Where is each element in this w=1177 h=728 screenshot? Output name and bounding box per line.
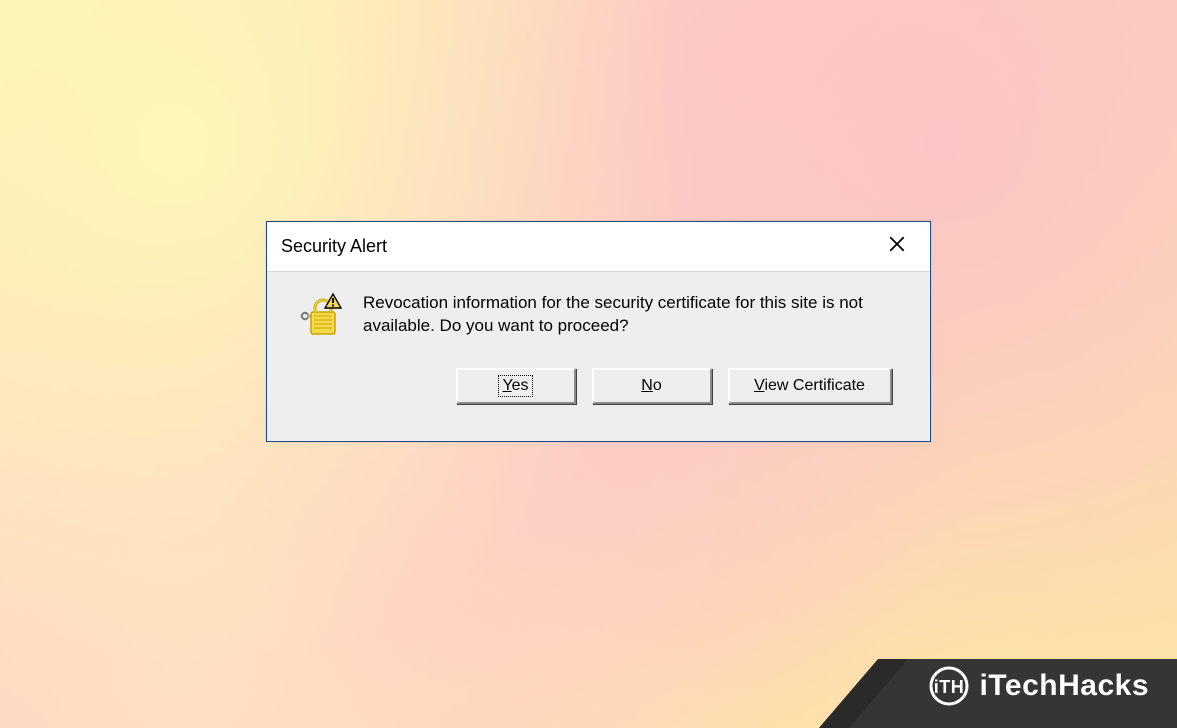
security-alert-dialog: Security Alert bbox=[266, 221, 931, 442]
itechhacks-logo-icon: iTH bbox=[929, 666, 969, 706]
dialog-button-row: Yes No View Certificate bbox=[297, 368, 900, 404]
close-icon bbox=[888, 235, 906, 258]
watermark-brand-text: iTechHacks bbox=[979, 669, 1149, 703]
dialog-titlebar: Security Alert bbox=[267, 222, 930, 272]
dialog-content: Revocation information for the security … bbox=[267, 272, 930, 441]
close-button[interactable] bbox=[874, 227, 920, 267]
svg-text:iTH: iTH bbox=[934, 677, 965, 697]
view-certificate-button[interactable]: View Certificate bbox=[728, 368, 892, 404]
dialog-message: Revocation information for the security … bbox=[363, 292, 883, 338]
watermark-corner: iTH iTechHacks bbox=[757, 612, 1177, 728]
security-lock-warning-icon bbox=[297, 292, 345, 340]
no-button[interactable]: No bbox=[592, 368, 712, 404]
watermark-content: iTH iTechHacks bbox=[929, 666, 1149, 706]
message-row: Revocation information for the security … bbox=[297, 292, 900, 340]
yes-button[interactable]: Yes bbox=[456, 368, 576, 404]
dialog-title: Security Alert bbox=[281, 236, 874, 257]
